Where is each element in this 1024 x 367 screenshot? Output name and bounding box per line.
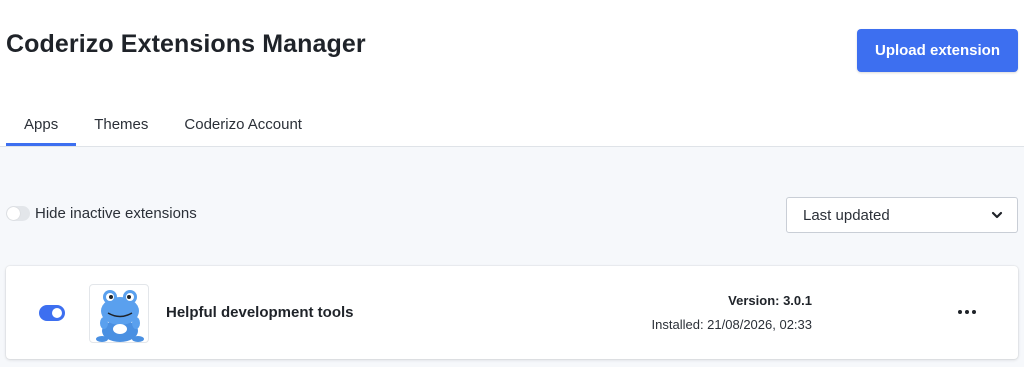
more-dot <box>965 310 969 314</box>
page-title: Coderizo Extensions Manager <box>6 30 366 58</box>
upload-extension-button[interactable]: Upload extension <box>857 29 1018 72</box>
tab-bar: Apps Themes Coderizo Account <box>6 103 320 146</box>
page-header: Coderizo Extensions Manager Upload exten… <box>0 0 1024 147</box>
sort-selected-value: Last updated <box>803 206 890 224</box>
tab-coderizo-account[interactable]: Coderizo Account <box>166 103 320 146</box>
hide-inactive-label: Hide inactive extensions <box>35 205 197 222</box>
frog-mascot-icon <box>89 284 149 343</box>
hide-inactive-filter: Hide inactive extensions <box>6 205 197 222</box>
more-options-icon[interactable] <box>956 302 978 322</box>
extension-enabled-toggle[interactable] <box>39 305 65 321</box>
extension-version: Version: 3.0.1 <box>728 293 812 308</box>
tab-themes[interactable]: Themes <box>76 103 166 146</box>
sort-dropdown[interactable]: Last updated <box>786 197 1018 233</box>
more-dot <box>972 310 976 314</box>
tab-apps[interactable]: Apps <box>6 103 77 146</box>
more-dot <box>958 310 962 314</box>
hide-inactive-toggle[interactable] <box>6 206 30 221</box>
extension-installed-date: Installed: 21/08/2026, 02:33 <box>651 317 812 332</box>
extension-name: Helpful development tools <box>166 304 354 321</box>
chevron-down-icon <box>991 211 1003 219</box>
extension-card: Helpful development tools Version: 3.0.1… <box>6 266 1018 359</box>
